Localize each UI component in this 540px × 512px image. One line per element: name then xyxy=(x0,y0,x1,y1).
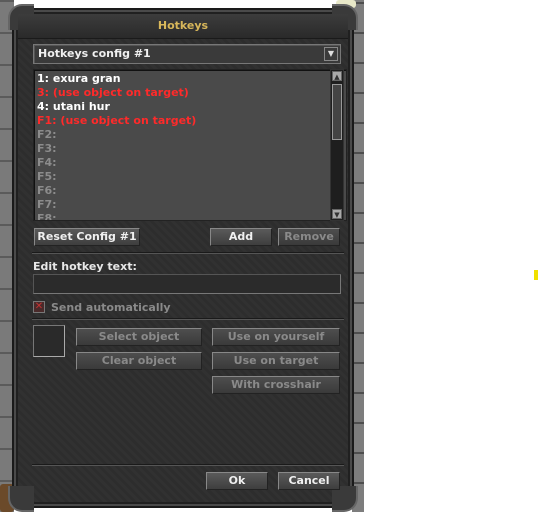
hotkey-key: F3: xyxy=(37,142,57,155)
divider xyxy=(32,252,344,254)
hotkey-list-item[interactable]: F4: xyxy=(37,156,57,170)
hotkey-action: exura gran xyxy=(52,72,121,85)
hotkey-key: 1: xyxy=(37,72,50,85)
select-object-button[interactable]: Select object xyxy=(76,328,202,346)
hotkey-key: F7: xyxy=(37,198,57,211)
hotkey-list-item[interactable]: F2: xyxy=(37,128,57,142)
hotkey-list-item[interactable]: F7: xyxy=(37,198,57,212)
hotkey-key: 3: xyxy=(37,86,50,99)
item-slot[interactable] xyxy=(33,325,65,357)
hotkey-key: F5: xyxy=(37,170,57,183)
hotkey-list-item[interactable]: 4: utani hur xyxy=(37,100,110,114)
window-title: Hotkeys xyxy=(157,19,209,32)
title-bar[interactable]: Hotkeys xyxy=(18,14,348,39)
hotkey-list-item[interactable]: F3: xyxy=(37,142,57,156)
hotkey-action: (use object on target) xyxy=(52,86,189,99)
hotkey-key: F8: xyxy=(37,212,57,221)
hotkey-action: utani hur xyxy=(52,100,110,113)
hotkey-action: (use object on target) xyxy=(60,114,197,127)
hotkey-list-item[interactable]: F6: xyxy=(37,184,57,198)
add-button[interactable]: Add xyxy=(210,228,272,246)
hotkey-list-item[interactable]: 3: (use object on target) xyxy=(37,86,189,100)
hotkey-list-item[interactable]: F1: (use object on target) xyxy=(37,114,196,128)
clear-object-button[interactable]: Clear object xyxy=(76,352,202,370)
cancel-button[interactable]: Cancel xyxy=(278,472,340,490)
hotkey-key: F4: xyxy=(37,156,57,169)
hotkey-key: F1: xyxy=(37,114,57,127)
with-crosshair-button[interactable]: With crosshair xyxy=(212,376,340,394)
hotkey-list-item[interactable]: F8: xyxy=(37,212,57,221)
hotkey-list-item[interactable]: 1: exura gran xyxy=(37,72,121,86)
scrollbar-thumb[interactable] xyxy=(332,84,342,140)
hotkey-key: F6: xyxy=(37,184,57,197)
ok-button[interactable]: Ok xyxy=(206,472,268,490)
hotkeys-window: Hotkeys Hotkeys config #1 ▼ 1: exura gra… xyxy=(8,4,358,512)
use-on-target-button[interactable]: Use on target xyxy=(212,352,340,370)
chevron-down-icon[interactable]: ▼ xyxy=(324,47,338,61)
edit-hotkey-label: Edit hotkey text: xyxy=(33,260,137,273)
hotkey-key: 4: xyxy=(37,100,50,113)
use-on-yourself-button[interactable]: Use on yourself xyxy=(212,328,340,346)
send-automatically-checkbox[interactable]: ✕ xyxy=(33,301,45,313)
scroll-up-icon[interactable]: ▲ xyxy=(332,71,342,81)
hotkey-list-item[interactable]: F5: xyxy=(37,170,57,184)
hotkey-key: F2: xyxy=(37,128,57,141)
cursor-marker xyxy=(534,270,538,280)
divider xyxy=(32,318,344,320)
remove-button[interactable]: Remove xyxy=(278,228,340,246)
hotkey-list[interactable]: 1: exura gran 3: (use object on target) 4:… xyxy=(33,69,347,221)
list-scrollbar[interactable]: ▲ ▼ xyxy=(330,69,344,221)
scroll-down-icon[interactable]: ▼ xyxy=(332,209,342,219)
hotkey-text-input[interactable] xyxy=(33,274,341,294)
divider xyxy=(32,464,344,466)
reset-config-button[interactable]: Reset Config #1 xyxy=(34,228,140,246)
send-automatically-label: Send automatically xyxy=(51,301,171,314)
config-dropdown[interactable]: Hotkeys config #1 ▼ xyxy=(33,44,341,64)
window-corner xyxy=(8,486,34,512)
config-dropdown-value: Hotkeys config #1 xyxy=(38,47,151,60)
